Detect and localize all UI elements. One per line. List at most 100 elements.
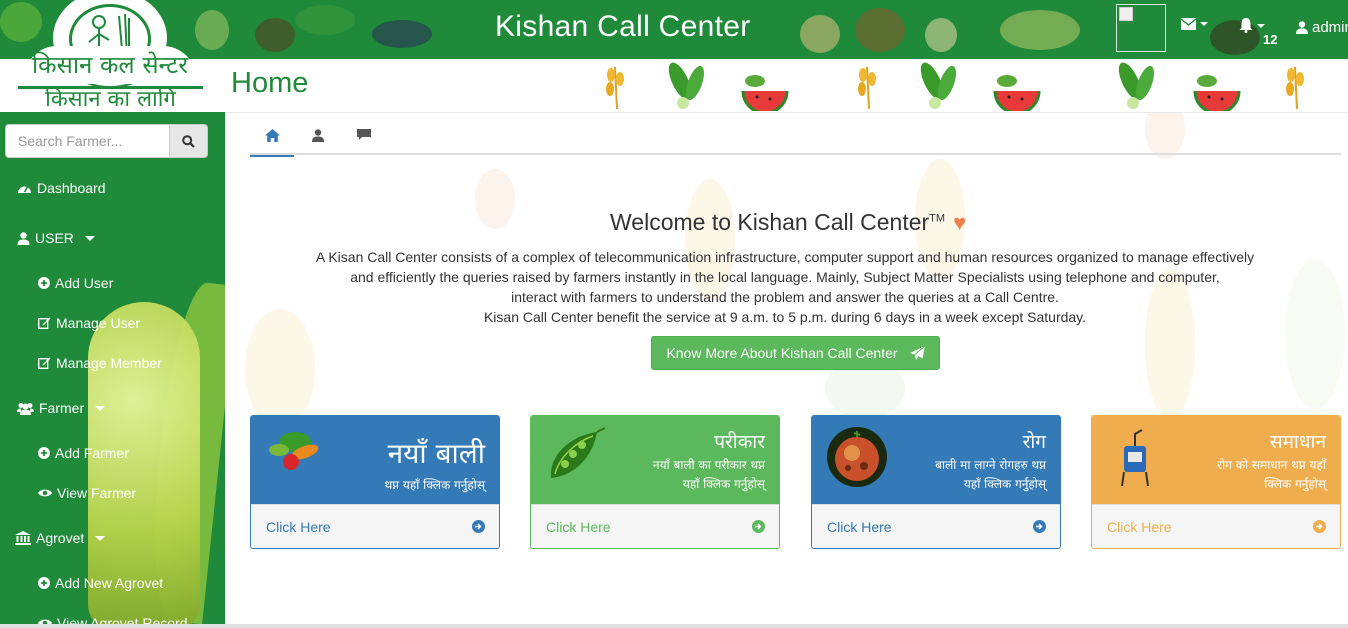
plus-circle-icon <box>38 577 50 589</box>
sidebar-item-label: Add Farmer <box>55 445 129 461</box>
plus-circle-icon <box>38 277 50 289</box>
farmer-search <box>5 124 208 158</box>
sidebar-item-label: Manage User <box>56 315 141 331</box>
sidebar-item-label: Dashboard <box>37 180 106 196</box>
tab-profile[interactable] <box>296 115 340 155</box>
card-footer[interactable]: Click Here <box>1092 504 1340 548</box>
card-subtitle-line: यहाँ क्लिक गर्नुहोस् <box>963 477 1046 491</box>
card-subtitle-line: बाली मा लाग्ने रोगहरु थप्न <box>935 458 1046 472</box>
click-here-link[interactable]: Click Here <box>266 519 331 535</box>
notifications-dropdown[interactable] <box>1239 18 1265 33</box>
watermark-decoration <box>475 169 515 229</box>
bell-icon <box>1239 18 1253 33</box>
click-here-link[interactable]: Click Here <box>827 519 892 535</box>
card-footer[interactable]: Click Here <box>531 504 779 548</box>
sidebar-item-label: Add New Agrovet <box>55 575 164 591</box>
home-tabs <box>250 115 1341 157</box>
tab-messages[interactable] <box>342 115 386 155</box>
welcome-description: A Kisan Call Center consists of a comple… <box>285 247 1285 327</box>
notification-badge: 12 <box>1263 32 1278 47</box>
diseased-fruit-icon <box>827 427 887 487</box>
sidebar-item-manage-member[interactable]: Manage Member <box>38 355 162 371</box>
know-more-button[interactable]: Know More About Kishan Call Center <box>651 336 940 370</box>
eye-icon <box>38 489 52 497</box>
logo-title: किसान कल सेन्टर <box>24 46 196 84</box>
page-header: Home <box>225 59 1348 113</box>
vegetable-banner <box>606 62 1304 111</box>
plus-circle-icon <box>38 447 50 459</box>
logo-subtitle: किसान का लागि <box>18 86 203 112</box>
sidebar-item-add-agrovet[interactable]: Add New Agrovet <box>38 575 163 591</box>
dashboard-icon <box>18 186 31 193</box>
sidebar: Dashboard USER Add User Manage User Mana… <box>0 112 225 628</box>
cucumber-icon <box>1118 62 1155 109</box>
arrow-circle-right-icon <box>1033 520 1046 533</box>
vegetable-decoration <box>1000 10 1080 50</box>
broken-image <box>1116 4 1166 52</box>
wheat-icon <box>606 66 624 110</box>
app-title: Kishan Call Center <box>495 10 751 43</box>
user-menu[interactable]: admin <box>1296 19 1348 36</box>
search-input[interactable] <box>5 124 170 158</box>
arrow-circle-right-icon <box>1313 520 1326 533</box>
vegetable-decoration <box>295 5 355 35</box>
card-solution[interactable]: समाधान रोग को समाधान थप्न यहाँ क्लिक गर्… <box>1091 415 1341 549</box>
tab-home[interactable] <box>250 115 294 157</box>
home-icon <box>264 128 280 142</box>
description-line: Kisan Call Center benefit the service at… <box>483 309 1087 325</box>
caret-down-icon <box>95 535 106 541</box>
card-title: समाधान <box>1269 431 1326 453</box>
users-icon <box>17 402 34 415</box>
horizontal-scrollbar[interactable] <box>0 624 1348 628</box>
vegetable-decoration <box>925 18 957 52</box>
sidebar-item-label: Manage Member <box>56 355 162 371</box>
sidebar-item-user[interactable]: USER <box>17 230 95 246</box>
sprayer-icon <box>1121 429 1149 487</box>
search-button[interactable] <box>170 124 208 158</box>
card-recipe[interactable]: परीकार नयाँ बाली का परीकार थप्न यहाँ क्ल… <box>530 415 780 549</box>
send-icon <box>909 346 925 360</box>
bank-icon <box>15 531 31 545</box>
click-here-link[interactable]: Click Here <box>546 519 611 535</box>
know-more-label: Know More About Kishan Call Center <box>666 345 898 361</box>
sidebar-item-agrovet[interactable]: Agrovet <box>15 530 106 546</box>
watermark-decoration <box>245 309 315 429</box>
user-icon <box>312 128 324 142</box>
vegetable-decoration <box>372 20 432 48</box>
arrow-circle-right-icon <box>752 520 765 533</box>
card-subtitle: रोग को समाधान थप्न यहाँ क्लिक गर्नुहोस् <box>1217 456 1326 494</box>
watermark-decoration <box>1285 259 1345 409</box>
caret-down-icon <box>84 235 95 241</box>
sidebar-item-view-farmer[interactable]: View Farmer <box>38 485 136 501</box>
vegetables-icon <box>269 432 319 470</box>
watermelon-icon <box>1193 75 1241 111</box>
card-subtitle-line: क्लिक गर्नुहोस् <box>1264 477 1326 491</box>
sidebar-item-manage-user[interactable]: Manage User <box>38 315 140 331</box>
edit-icon <box>38 317 51 329</box>
card-subtitle: थप्न यहाँ क्लिक गर्नुहोस् <box>385 476 485 495</box>
broken-image-icon <box>1119 7 1133 21</box>
watermelon-icon <box>993 75 1041 111</box>
messages-dropdown[interactable] <box>1181 18 1208 30</box>
card-new-crop[interactable]: नयाँ बाली थप्न यहाँ क्लिक गर्नुहोस् Clic… <box>250 415 500 549</box>
caret-down-icon <box>1257 23 1265 28</box>
click-here-link[interactable]: Click Here <box>1107 519 1172 535</box>
card-footer[interactable]: Click Here <box>812 504 1060 548</box>
vegetable-decoration <box>800 15 840 53</box>
sidebar-item-dashboard[interactable]: Dashboard <box>17 180 106 196</box>
sidebar-item-farmer[interactable]: Farmer <box>17 400 106 416</box>
card-header: रोग बाली मा लाग्ने रोगहरु थप्न यहाँ क्लि… <box>812 416 1060 506</box>
card-disease[interactable]: रोग बाली मा लाग्ने रोगहरु थप्न यहाँ क्लि… <box>811 415 1061 549</box>
logo[interactable]: किसान कल सेन्टर किसान का लागि <box>18 0 203 112</box>
user-icon <box>17 231 30 245</box>
cucumber-icon <box>920 62 957 109</box>
card-header: समाधान रोग को समाधान थप्न यहाँ क्लिक गर्… <box>1092 416 1340 506</box>
card-subtitle-line: रोग को समाधान थप्न यहाँ <box>1217 458 1326 472</box>
sidebar-item-label: Add User <box>55 275 114 291</box>
description-line: interact with farmers to understand the … <box>511 289 1059 305</box>
sidebar-item-add-user[interactable]: Add User <box>38 275 113 291</box>
envelope-icon <box>1181 18 1196 30</box>
sidebar-item-add-farmer[interactable]: Add Farmer <box>38 445 129 461</box>
card-footer[interactable]: Click Here <box>251 504 499 548</box>
search-icon <box>182 134 195 148</box>
